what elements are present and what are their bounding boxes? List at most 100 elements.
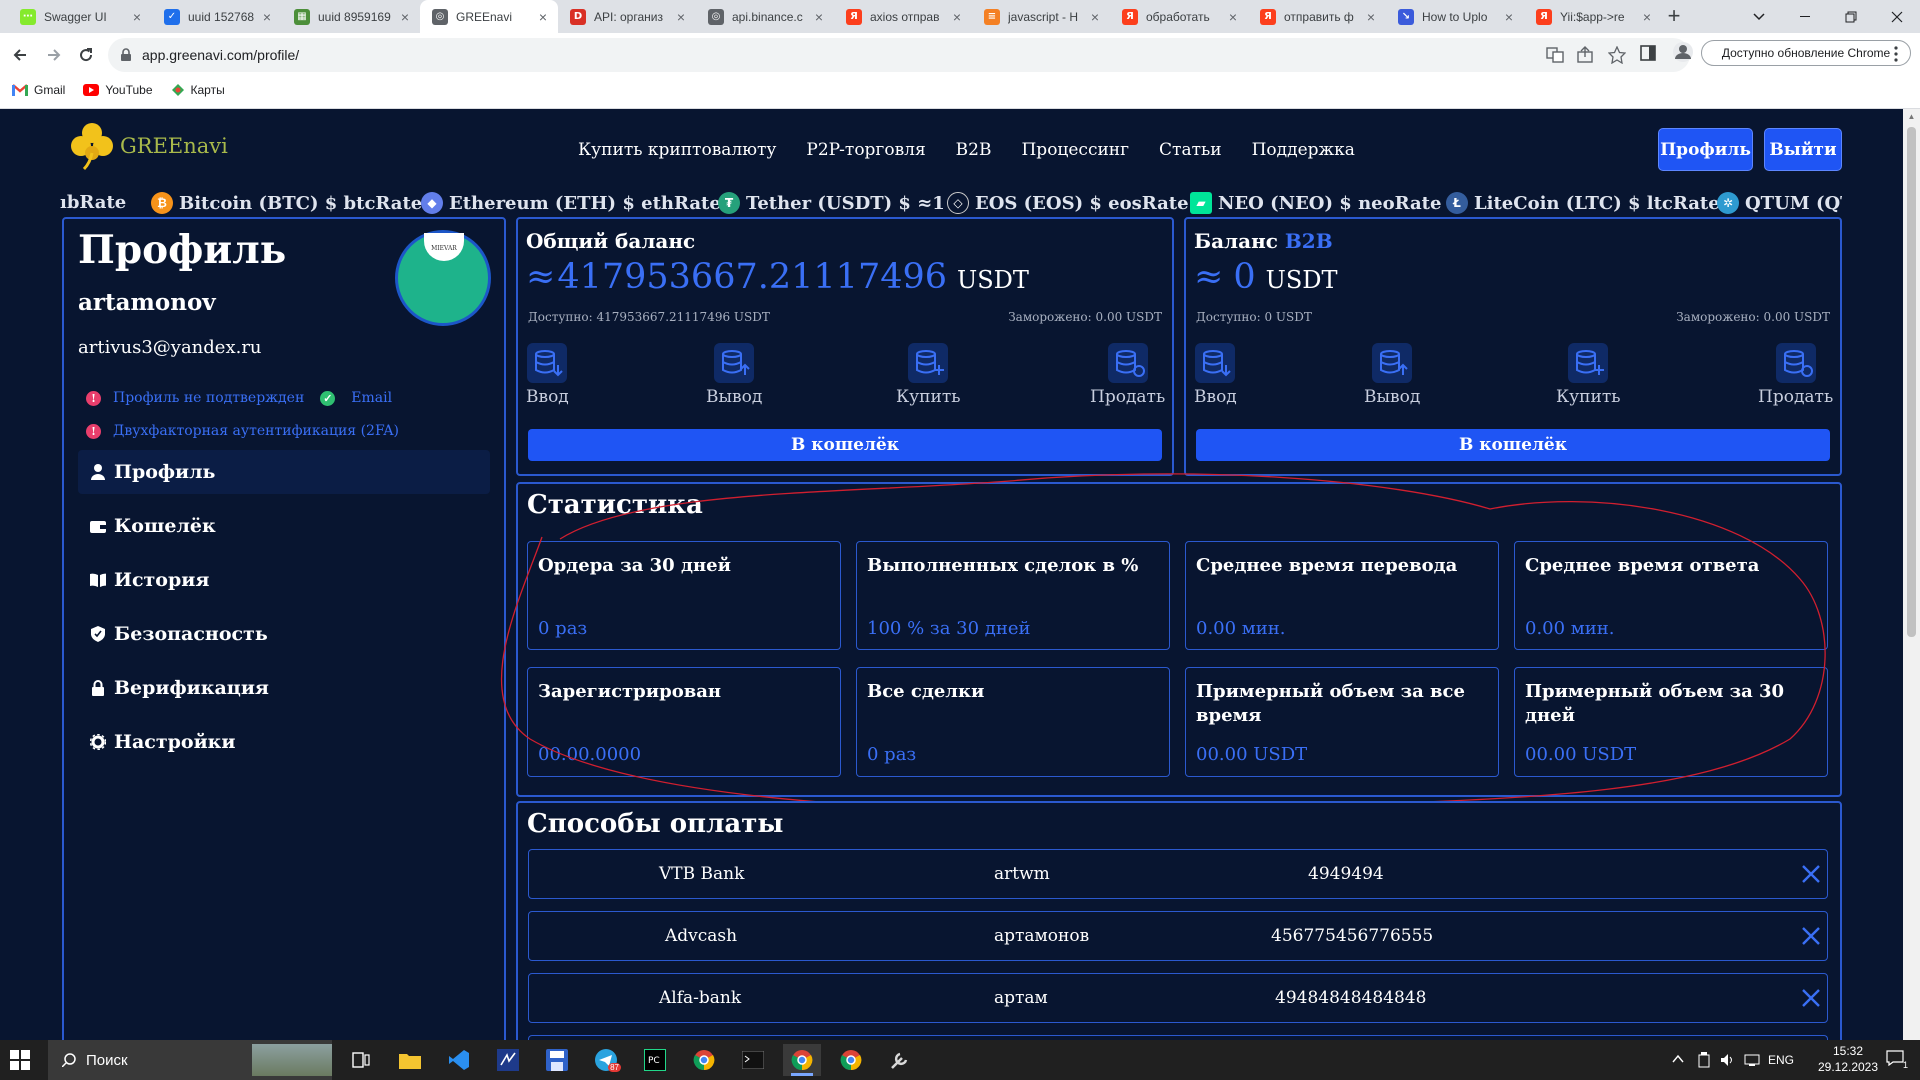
- chevron-up-icon[interactable]: [1672, 1054, 1684, 1064]
- browser-tab[interactable]: ✓ uuid 1527688 ×: [152, 0, 282, 33]
- close-icon[interactable]: ×: [674, 9, 688, 25]
- close-icon[interactable]: ×: [130, 9, 144, 25]
- bookmark-maps[interactable]: Карты: [171, 83, 225, 97]
- browser-tab[interactable]: Я Yii:$app->re ×: [1524, 0, 1662, 33]
- restore-icon[interactable]: [1828, 0, 1874, 33]
- account-icon[interactable]: [1672, 41, 1694, 63]
- pycharm-alt-icon[interactable]: [489, 1044, 527, 1076]
- notifications-button[interactable]: 1: [1886, 1050, 1908, 1070]
- nav-b2b[interactable]: B2B: [956, 140, 992, 160]
- withdraw-action[interactable]: Вывод: [706, 343, 762, 407]
- minimize-icon[interactable]: [1782, 0, 1828, 33]
- profile-unverified-link[interactable]: Профиль не подтвержден: [113, 390, 304, 406]
- tool-icon[interactable]: [881, 1044, 919, 1076]
- chrome-icon[interactable]: [832, 1044, 870, 1076]
- sidebar-item-security[interactable]: Безопасность: [78, 612, 490, 656]
- delete-x-icon[interactable]: [1799, 862, 1823, 886]
- close-icon[interactable]: ×: [1502, 9, 1516, 25]
- nav-processing[interactable]: Процессинг: [1021, 140, 1129, 160]
- close-icon[interactable]: ×: [1088, 9, 1102, 25]
- network-icon[interactable]: [1744, 1052, 1760, 1068]
- close-icon[interactable]: ×: [398, 9, 412, 25]
- browser-tab[interactable]: ↘ How to Uplo ×: [1386, 0, 1524, 33]
- browser-tab[interactable]: ≡ javascript - H ×: [972, 0, 1110, 33]
- close-icon[interactable]: ×: [536, 9, 550, 25]
- nav-buy-crypto[interactable]: Купить криптовалюту: [578, 140, 776, 160]
- close-icon[interactable]: ×: [1364, 9, 1378, 25]
- deposit-action[interactable]: Ввод: [526, 343, 569, 407]
- scroll-thumb[interactable]: [1907, 127, 1916, 637]
- lock-icon[interactable]: [120, 48, 132, 62]
- browser-tab[interactable]: Я axios отправ ×: [834, 0, 972, 33]
- bookmark-youtube[interactable]: YouTube: [83, 83, 153, 97]
- to-wallet-button[interactable]: В кошелёк: [528, 429, 1162, 461]
- back-icon[interactable]: [6, 41, 34, 69]
- battery-icon[interactable]: [1697, 1052, 1711, 1068]
- tab-search-icon[interactable]: [1736, 0, 1782, 33]
- vscode-icon[interactable]: [440, 1044, 478, 1076]
- pycharm-icon[interactable]: PC: [636, 1044, 674, 1076]
- url-text[interactable]: app.greenavi.com/profile/: [142, 47, 299, 63]
- sidebar-item-profile[interactable]: Профиль: [78, 450, 490, 494]
- new-tab-button[interactable]: +: [1662, 5, 1686, 29]
- language-indicator[interactable]: ENG: [1768, 1053, 1794, 1067]
- bookmark-gmail[interactable]: Gmail: [12, 83, 65, 97]
- withdraw-action[interactable]: Вывод: [1364, 343, 1420, 407]
- close-icon[interactable]: ×: [950, 9, 964, 25]
- sidebar-item-history[interactable]: История: [78, 558, 490, 602]
- nav-p2p[interactable]: P2P-торговля: [806, 140, 925, 160]
- chrome-icon[interactable]: [685, 1044, 723, 1076]
- site-logo[interactable]: GREEnavi: [70, 121, 228, 171]
- page-scrollbar[interactable]: ▲ ▼: [1903, 109, 1920, 1056]
- browser-tab-active[interactable]: ◎ GREEnavi ×: [420, 0, 558, 33]
- browser-tab[interactable]: Я обработать ×: [1110, 0, 1248, 33]
- forward-icon[interactable]: [40, 41, 68, 69]
- terminal-icon[interactable]: [734, 1044, 772, 1076]
- address-bar[interactable]: app.greenavi.com/profile/: [108, 38, 1690, 72]
- logout-button[interactable]: Выйти: [1764, 128, 1842, 171]
- translate-icon[interactable]: [1546, 46, 1564, 64]
- task-view-icon[interactable]: [342, 1044, 380, 1076]
- browser-tab[interactable]: D API: организ ×: [558, 0, 696, 33]
- side-panel-icon[interactable]: [1640, 45, 1656, 61]
- deposit-action[interactable]: Ввод: [1194, 343, 1237, 407]
- close-icon[interactable]: ×: [1640, 9, 1654, 25]
- reload-icon[interactable]: [72, 41, 100, 69]
- file-explorer-icon[interactable]: [391, 1044, 429, 1076]
- more-icon[interactable]: [1894, 46, 1898, 62]
- scroll-up-icon[interactable]: ▲: [1907, 112, 1916, 121]
- star-icon[interactable]: [1608, 46, 1626, 64]
- browser-tab[interactable]: Я отправить ф ×: [1248, 0, 1386, 33]
- browser-tab[interactable]: ⋯ Swagger UI ×: [8, 0, 152, 33]
- profile-button[interactable]: Профиль: [1658, 128, 1753, 171]
- chrome-update-button[interactable]: Доступно обновление Chrome: [1701, 40, 1911, 66]
- nav-articles[interactable]: Статьи: [1159, 140, 1222, 160]
- save-disk-icon[interactable]: [538, 1044, 576, 1076]
- close-icon[interactable]: ×: [1226, 9, 1240, 25]
- delete-x-icon[interactable]: [1799, 924, 1823, 948]
- browser-tab[interactable]: ◎ api.binance.c ×: [696, 0, 834, 33]
- speaker-icon[interactable]: [1720, 1052, 1734, 1068]
- close-window-icon[interactable]: [1874, 0, 1920, 33]
- sell-action[interactable]: Продать: [1090, 343, 1165, 407]
- close-icon[interactable]: ×: [260, 9, 274, 25]
- sidebar-item-settings[interactable]: Настройки: [78, 720, 490, 764]
- buy-action[interactable]: Купить: [896, 343, 960, 407]
- twofa-link[interactable]: Двухфакторная аутентификация (2FA): [113, 423, 399, 439]
- telegram-icon[interactable]: 87: [587, 1044, 625, 1076]
- to-wallet-button[interactable]: В кошелёк: [1196, 429, 1830, 461]
- system-clock[interactable]: 15:32 29.12.2023: [1813, 1043, 1883, 1075]
- sidebar-item-wallet[interactable]: Кошелёк: [78, 504, 490, 548]
- nav-support[interactable]: Поддержка: [1252, 140, 1355, 160]
- sell-action[interactable]: Продать: [1758, 343, 1833, 407]
- chrome-icon[interactable]: [783, 1044, 821, 1076]
- sidebar-item-verification[interactable]: Верификация: [78, 666, 490, 710]
- delete-x-icon[interactable]: [1799, 986, 1823, 1010]
- buy-action[interactable]: Купить: [1556, 343, 1620, 407]
- browser-tab[interactable]: ▦ uuid 8959169 ×: [282, 0, 420, 33]
- taskbar-search[interactable]: Поиск: [48, 1040, 332, 1080]
- close-icon[interactable]: ×: [812, 9, 826, 25]
- share-icon[interactable]: [1576, 46, 1594, 64]
- avatar[interactable]: MIEVAR: [395, 230, 491, 326]
- windows-start-icon[interactable]: [10, 1050, 30, 1070]
